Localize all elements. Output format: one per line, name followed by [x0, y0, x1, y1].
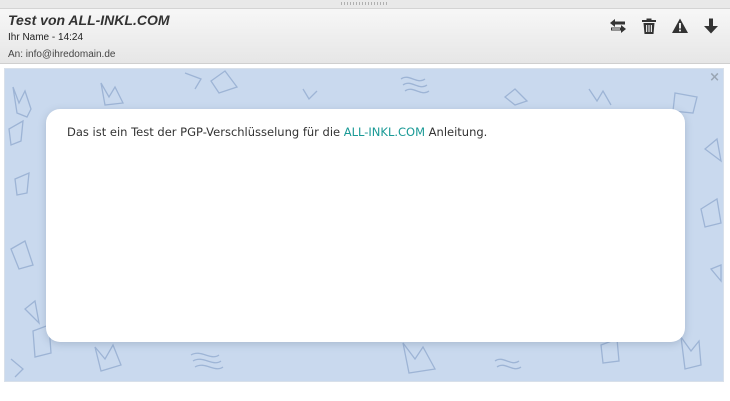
- message-from: Ihr Name - 14:24: [8, 32, 84, 43]
- message-subject: Test von ALL-INKL.COM: [8, 12, 170, 28]
- reply-forward-button[interactable]: [609, 17, 627, 35]
- message-body-text: Das ist ein Test der PGP-Verschlüsselung…: [67, 125, 487, 139]
- message-content-area: × Das ist ein Test der PGP-Verschlüsselu…: [4, 68, 724, 382]
- body-text-before: Das ist ein Test der PGP-Verschlüsselung…: [67, 125, 344, 139]
- delete-button[interactable]: [640, 17, 658, 35]
- pane-resize-bar[interactable]: [0, 0, 730, 9]
- download-button[interactable]: [702, 17, 720, 35]
- message-recipient: An: info@ihredomain.de: [8, 49, 116, 60]
- message-header: Test von ALL-INKL.COM Ihr Name - 14:24 A…: [0, 9, 730, 64]
- resize-grip-icon[interactable]: [341, 2, 389, 5]
- reply-forward-icon: [610, 19, 626, 33]
- close-icon[interactable]: ×: [709, 70, 720, 85]
- report-spam-button[interactable]: [671, 17, 689, 35]
- body-text-after: Anleitung.: [425, 125, 488, 139]
- download-icon: [704, 18, 718, 34]
- warning-icon: [672, 18, 688, 33]
- all-inkl-link[interactable]: ALL-INKL.COM: [344, 125, 425, 139]
- message-body-card: Das ist ein Test der PGP-Verschlüsselung…: [46, 109, 685, 342]
- trash-icon: [642, 18, 656, 34]
